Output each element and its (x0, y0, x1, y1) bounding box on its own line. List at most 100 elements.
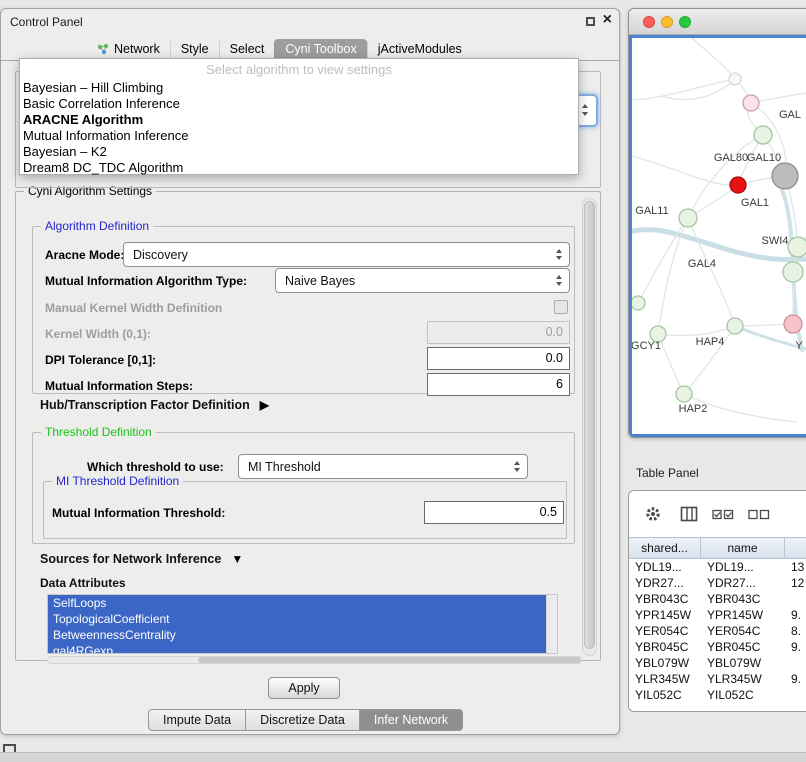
settings-scrollbar[interactable] (582, 198, 597, 656)
table-row[interactable]: YIL052CYIL052C (629, 687, 806, 703)
tab-label: jActiveModules (378, 42, 462, 56)
cell (785, 655, 806, 671)
table-panel-title: Table Panel (636, 466, 699, 480)
table-panel: shared...name YDL19...YDL19...13YDR27...… (628, 490, 806, 712)
combo-arrows-icon (556, 249, 562, 260)
mi-steps-label: Mutual Information Steps: (45, 379, 193, 393)
manual-kernel-width-label: Manual Kernel Width Definition (45, 301, 222, 315)
network-node-label: GAL4 (688, 258, 716, 270)
cell: 12 (785, 575, 806, 591)
close-window-icon[interactable]: × (603, 12, 612, 28)
table-row[interactable]: YBR043CYBR043C (629, 591, 806, 607)
network-node[interactable] (679, 209, 697, 227)
algorithm-dropdown-popup: Select algorithm to view settings Bayesi… (19, 58, 579, 175)
algorithm-placeholder-option[interactable]: Select algorithm to view settings (20, 61, 578, 80)
horizontal-scrollbar-thumb[interactable] (198, 657, 581, 663)
tab-select[interactable]: Select (219, 39, 275, 60)
table-toolbar (629, 491, 806, 537)
tab-label: Cyni Toolbox (285, 42, 356, 56)
float-window-icon[interactable] (586, 17, 595, 26)
hub-definition-expander[interactable]: Hub/Transcription Factor Definition▶ (40, 398, 269, 412)
table-row[interactable]: YPR145WYPR145W9. (629, 607, 806, 623)
cell: YDR27... (629, 575, 701, 591)
table-settings-button[interactable] (641, 503, 665, 525)
settings-scrollbar-thumb[interactable] (584, 201, 595, 649)
cell: 9. (785, 639, 806, 655)
network-canvas[interactable]: GALGAL80GAL10GAL1GAL11SWI4GAL4HAP4GCY1YH… (632, 38, 806, 436)
mi-algorithm-type-label: Mutual Information Algorithm Type: (45, 274, 247, 288)
network-node[interactable] (754, 126, 772, 144)
tab-network[interactable]: Network (87, 39, 170, 60)
network-node[interactable] (783, 262, 803, 282)
network-node[interactable] (730, 177, 746, 193)
cell: YPR145W (701, 607, 785, 623)
column-header-item[interactable] (785, 537, 806, 559)
network-node[interactable] (772, 163, 798, 189)
deselect-all-columns-button[interactable] (747, 503, 771, 525)
table-header: shared...name (629, 537, 806, 559)
algorithm-option-bayesian-hill-climbing[interactable]: Bayesian – Hill Climbing (20, 80, 578, 96)
algorithm-option-bayesian-k2[interactable]: Bayesian – K2 (20, 144, 578, 160)
dpi-tolerance-field[interactable]: 0.0 (427, 347, 570, 370)
combo-arrows-icon (582, 104, 588, 116)
sources-expander[interactable]: Sources for Network Inference▼ (40, 552, 243, 566)
network-tab-icon (97, 43, 109, 55)
attribute-item-betweennesscentrality[interactable]: BetweennessCentrality (48, 627, 546, 643)
algorithm-definition-title: Algorithm Definition (41, 219, 153, 233)
attribute-item-selfloops[interactable]: SelfLoops (48, 595, 546, 611)
which-threshold-select[interactable]: MI Threshold (238, 454, 528, 479)
network-node[interactable] (729, 73, 741, 85)
mi-steps-field[interactable]: 6 (427, 373, 570, 396)
algorithm-option-basic-correlation-inference[interactable]: Basic Correlation Inference (20, 96, 578, 112)
mi-algorithm-type-select[interactable]: Naive Bayes (275, 268, 570, 293)
network-edge (658, 334, 684, 394)
algorithm-option-aracne-algorithm[interactable]: ARACNE Algorithm (20, 112, 578, 128)
network-node[interactable] (727, 318, 743, 334)
show-columns-button[interactable] (677, 503, 701, 525)
algorithm-option-dream8-dc-tdc-algorithm[interactable]: Dream8 DC_TDC Algorithm (20, 160, 578, 176)
tab-jactivemodules[interactable]: jActiveModules (367, 39, 472, 60)
table-row[interactable]: YDL19...YDL19...13 (629, 559, 806, 575)
tab-style[interactable]: Style (170, 39, 219, 60)
zoom-traffic-light[interactable] (679, 16, 691, 28)
manual-kernel-width-checkbox[interactable] (554, 300, 568, 314)
table-row[interactable]: YBL079WYBL079W (629, 655, 806, 671)
network-node[interactable] (632, 296, 645, 310)
bottom-tab-discretize-data[interactable]: Discretize Data (246, 709, 360, 731)
network-node-label: Y (795, 340, 803, 352)
mi-threshold-field[interactable]: 0.5 (424, 501, 564, 524)
network-node[interactable] (743, 95, 759, 111)
table-row[interactable]: YLR345WYLR345W9. (629, 671, 806, 687)
aracne-mode-select[interactable]: Discovery (123, 242, 570, 267)
aracne-mode-label: Aracne Mode: (45, 248, 124, 262)
column-header-shared[interactable]: shared... (629, 537, 701, 559)
network-node[interactable] (788, 237, 806, 257)
tab-cyni-toolbox[interactable]: Cyni Toolbox (274, 39, 366, 60)
cell (785, 687, 806, 703)
bottom-tab-impute-data[interactable]: Impute Data (148, 709, 246, 731)
table-row[interactable]: YDR27...YDR27...12 (629, 575, 806, 591)
checked-boxes-icon (712, 509, 734, 520)
bottom-tab-infer-network[interactable]: Infer Network (360, 709, 463, 731)
attribute-list-scrollbar[interactable] (546, 595, 557, 653)
table-body: YDL19...YDL19...13YDR27...YDR27...12YBR0… (629, 559, 806, 711)
column-header-name[interactable]: name (701, 537, 785, 559)
apply-button[interactable]: Apply (268, 677, 340, 699)
network-node[interactable] (784, 315, 802, 333)
tab-label: Style (181, 42, 209, 56)
algorithm-option-mutual-information-inference[interactable]: Mutual Information Inference (20, 128, 578, 144)
horizontal-scrollbar[interactable] (47, 656, 582, 664)
aracne-mode-value: Discovery (133, 248, 188, 262)
cell: YBL079W (629, 655, 701, 671)
minimize-traffic-light[interactable] (661, 16, 673, 28)
network-window-titlebar[interactable] (629, 9, 806, 35)
attribute-item-topologicalcoefficient[interactable]: TopologicalCoefficient (48, 611, 546, 627)
cell: YLR345W (701, 671, 785, 687)
attribute-item-gal4rgexp[interactable]: gal4RGexp (48, 643, 546, 654)
table-row[interactable]: YER054CYER054C8. (629, 623, 806, 639)
select-all-columns-button[interactable] (711, 503, 735, 525)
table-row[interactable]: YBR045CYBR045C9. (629, 639, 806, 655)
close-traffic-light[interactable] (643, 16, 655, 28)
kernel-width-field[interactable]: 0.0 (427, 321, 570, 344)
network-node[interactable] (676, 386, 692, 402)
